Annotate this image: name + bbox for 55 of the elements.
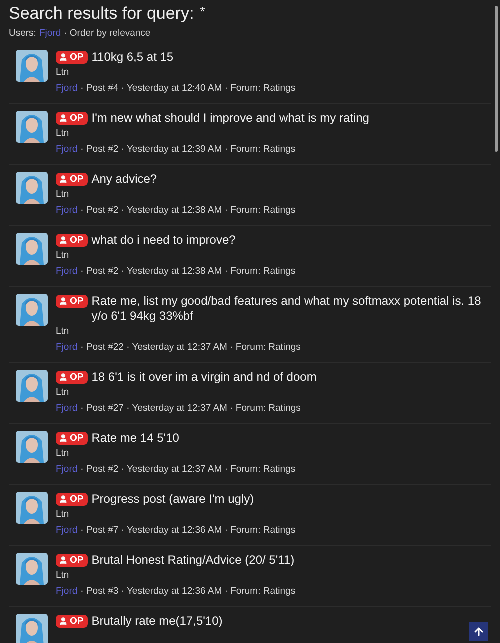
badge-label: OP [70, 234, 84, 248]
user-icon [59, 114, 68, 123]
post-details: · Post #2 · Yesterday at 12:38 AM · Forum: Ratings [80, 205, 296, 217]
user-icon [59, 495, 68, 504]
badge-label: OP [70, 432, 84, 446]
badge-label: OP [70, 493, 84, 507]
page-title: Search results for query: [9, 4, 194, 24]
result-snippet: Ltn [56, 326, 70, 338]
scroll-top-button[interactable] [469, 622, 488, 641]
result-title[interactable]: Rate me 14 5'10 [92, 431, 180, 446]
user-icon [59, 175, 68, 184]
result-snippet: Ltn [56, 189, 70, 201]
result-snippet: Ltn [56, 570, 70, 582]
badge-label: OP [70, 615, 84, 629]
post-details: · Post #4 · Yesterday at 12:40 AM · Forum: Ratings [80, 83, 296, 95]
user-icon [59, 556, 68, 565]
user-icon [59, 297, 68, 306]
result-snippet: Ltn [56, 448, 70, 460]
result-title[interactable]: Any advice? [92, 172, 158, 187]
result-title[interactable]: Progress post (aware I'm ugly) [92, 492, 254, 507]
user-icon [59, 373, 68, 382]
result-title[interactable]: 110kg 6,5 at 15 [92, 50, 174, 65]
post-details: · Post #22 · Yesterday at 12:37 AM · Forum: Ratings [80, 342, 301, 354]
user-icon [59, 236, 68, 245]
post-details: · Post #7 · Yesterday at 12:36 AM · Forum: Ratings [80, 525, 296, 537]
result-title[interactable]: I'm new what should I improve and what is my rating [92, 111, 370, 126]
user-icon [59, 434, 68, 443]
post-details: · Post #2 · Yesterday at 12:38 AM · Forum: Ratings [80, 266, 296, 278]
result-title[interactable]: what do i need to improve? [92, 233, 236, 248]
result-snippet: Ltn [56, 250, 70, 262]
post-details: · Post #3 · Yesterday at 12:36 AM · Forum: Ratings [80, 586, 296, 598]
query-text: * [200, 4, 206, 19]
scrollbar[interactable] [495, 6, 498, 152]
post-details: · Post #2 · Yesterday at 12:39 AM · Forum: Ratings [80, 144, 296, 156]
result-title[interactable]: Brutally rate me(17,5'10) [92, 614, 223, 629]
result-snippet: Ltn [56, 128, 70, 140]
badge-label: OP [70, 295, 84, 309]
result-snippet: Ltn [56, 387, 70, 399]
post-details: · Post #27 · Yesterday at 12:37 AM · Forum: Ratings [80, 403, 301, 415]
badge-label: OP [70, 112, 84, 126]
badge-label: OP [70, 554, 84, 568]
result-title[interactable]: Rate me, list my good/bad features and what my softmaxx potential is. 18 y/o 6'1 94kg 33%bf [92, 294, 491, 324]
result-title[interactable]: 18 6'1 is it over im a virgin and nd of doom [92, 370, 317, 385]
user-icon [59, 617, 68, 626]
badge-label: OP [70, 173, 84, 187]
badge-label: OP [70, 51, 84, 65]
badge-label: OP [70, 371, 84, 385]
result-title[interactable]: Brutal Honest Rating/Advice (20/ 5'11) [92, 553, 295, 568]
user-icon [59, 53, 68, 62]
post-details: · Post #2 · Yesterday at 12:37 AM · Forum: Ratings [80, 464, 296, 476]
result-snippet: Ltn [56, 509, 70, 521]
result-snippet: Ltn [56, 67, 70, 79]
filter-label: Users: [9, 28, 36, 39]
arrow-up-icon [472, 626, 484, 638]
order-text: · Order by relevance [64, 28, 151, 39]
